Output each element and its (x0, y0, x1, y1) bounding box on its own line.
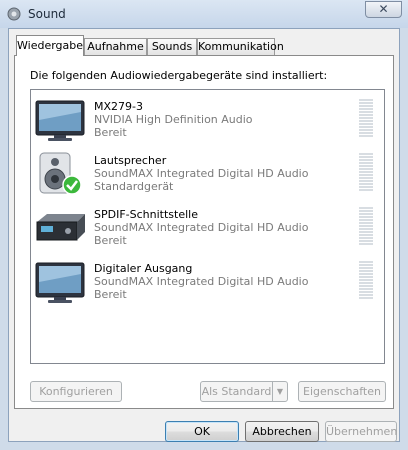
properties-label: Eigenschaften (303, 385, 381, 398)
volume-level-meter (359, 99, 373, 139)
apply-label: Übernehmen (326, 425, 398, 438)
device-status: Bereit (94, 288, 127, 301)
speaker-default-icon (39, 152, 82, 195)
tab-label: Aufnahme (87, 40, 144, 53)
ok-label: OK (194, 425, 210, 438)
volume-level-meter (359, 261, 373, 301)
close-button[interactable]: ✕ (365, 1, 402, 18)
device-item-spdif[interactable]: SPDIF-Schnittstelle SoundMAX Integrated … (31, 202, 384, 252)
device-name: MX279-3 (94, 100, 143, 113)
ok-button[interactable]: OK (165, 421, 239, 442)
apply-button[interactable]: Übernehmen (325, 421, 397, 442)
device-description: SoundMAX Integrated Digital HD Audio (94, 275, 309, 288)
device-name: SPDIF-Schnittstelle (94, 208, 198, 221)
device-description: SoundMAX Integrated Digital HD Audio (94, 221, 309, 234)
tab-aufnahme[interactable]: Aufnahme (84, 38, 147, 55)
volume-level-meter (359, 207, 373, 247)
device-status: Bereit (94, 126, 127, 139)
tab-label: Wiedergabe (17, 39, 84, 52)
panel-heading: Die folgenden Audiowiedergabegeräte sind… (30, 69, 328, 82)
device-status: Standardgerät (94, 180, 174, 193)
chevron-down-icon: ▼ (276, 387, 284, 396)
tab-label: Sounds (151, 40, 193, 53)
dialog-body: Wiedergabe Aufnahme Sounds Kommunikation… (8, 28, 400, 442)
device-name: Lautsprecher (94, 154, 167, 167)
monitor-icon (35, 262, 85, 303)
close-icon: ✕ (378, 2, 389, 16)
device-description: SoundMAX Integrated Digital HD Audio (94, 167, 309, 180)
device-item-mx279-3[interactable]: MX279-3 NVIDIA High Definition Audio Ber… (31, 94, 384, 144)
playback-panel: Die folgenden Audiowiedergabegeräte sind… (14, 55, 394, 409)
tab-label: Kommunikation (198, 40, 284, 53)
spdif-device-icon (36, 214, 85, 241)
tab-sounds[interactable]: Sounds (147, 38, 197, 55)
device-name: Digitaler Ausgang (94, 262, 193, 275)
sound-app-icon (7, 7, 21, 21)
set-default-button[interactable]: Als Standard (200, 381, 273, 402)
configure-label: Konfigurieren (39, 385, 113, 398)
configure-button[interactable]: Konfigurieren (30, 381, 122, 402)
device-list[interactable]: MX279-3 NVIDIA High Definition Audio Ber… (30, 89, 385, 364)
set-default-label: Als Standard (201, 385, 272, 398)
cancel-label: Abbrechen (252, 425, 312, 438)
set-default-dropdown-button[interactable]: ▼ (272, 381, 288, 402)
monitor-icon (35, 100, 85, 141)
tab-wiedergabe[interactable]: Wiedergabe (16, 35, 84, 56)
window-title: Sound (28, 7, 66, 21)
title-bar: Sound ✕ (0, 0, 408, 28)
volume-level-meter (359, 153, 373, 193)
cancel-button[interactable]: Abbrechen (245, 421, 319, 442)
device-status: Bereit (94, 234, 127, 247)
device-description: NVIDIA High Definition Audio (94, 113, 253, 126)
properties-button[interactable]: Eigenschaften (298, 381, 386, 402)
tab-kommunikation[interactable]: Kommunikation (197, 38, 284, 55)
device-item-lautsprecher[interactable]: Lautsprecher SoundMAX Integrated Digital… (31, 148, 384, 198)
device-item-digitaler-ausgang[interactable]: Digitaler Ausgang SoundMAX Integrated Di… (31, 256, 384, 306)
